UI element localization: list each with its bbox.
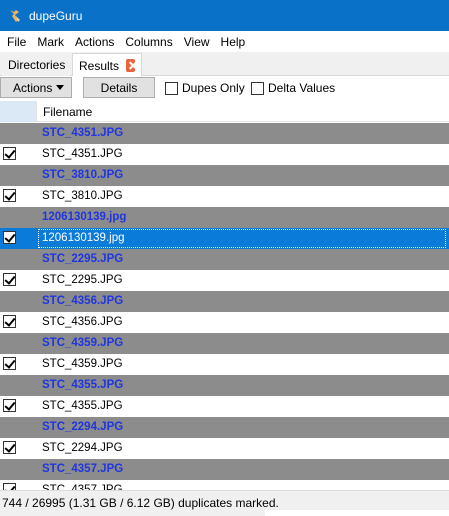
dupes-only-option[interactable]: Dupes Only bbox=[165, 81, 245, 95]
reference-row[interactable]: STC_2294.JPG bbox=[0, 417, 449, 438]
duplicate-row[interactable]: STC_4359.JPG bbox=[0, 354, 449, 375]
tab-results[interactable]: Results bbox=[72, 53, 142, 77]
filename-cell: STC_4359.JPG bbox=[42, 358, 123, 370]
filename-cell: STC_4355.JPG bbox=[42, 400, 123, 412]
row-mark-checkbox[interactable] bbox=[3, 357, 16, 370]
dupes-only-checkbox[interactable] bbox=[165, 81, 178, 95]
filename-cell: STC_4356.JPG bbox=[42, 295, 124, 307]
header-corner[interactable] bbox=[0, 101, 37, 122]
details-button[interactable]: Details bbox=[83, 77, 155, 98]
row-mark-checkbox[interactable] bbox=[3, 399, 16, 412]
filename-cell: STC_4357.JPG bbox=[42, 463, 124, 475]
chevron-down-icon bbox=[56, 85, 64, 90]
row-mark-checkbox[interactable] bbox=[3, 189, 16, 202]
filename-cell: STC_4359.JPG bbox=[42, 337, 124, 349]
results-toolbar: Actions Details Dupes Only Delta Values bbox=[0, 76, 449, 100]
menu-view[interactable]: View bbox=[179, 35, 215, 49]
filename-cell: STC_4355.JPG bbox=[42, 379, 124, 391]
tab-directories-label: Directories bbox=[8, 58, 66, 72]
duplicate-row[interactable]: STC_4351.JPG bbox=[0, 144, 449, 165]
tab-bar: Directories Results bbox=[0, 52, 449, 77]
menu-mark[interactable]: Mark bbox=[32, 35, 69, 49]
menu-file[interactable]: File bbox=[2, 35, 31, 49]
row-mark-checkbox[interactable] bbox=[3, 231, 16, 244]
duplicate-row[interactable]: STC_2294.JPG bbox=[0, 438, 449, 459]
row-mark-checkbox[interactable] bbox=[3, 273, 16, 286]
row-mark-checkbox[interactable] bbox=[3, 441, 16, 454]
row-mark-checkbox[interactable] bbox=[3, 483, 16, 490]
reference-row[interactable]: STC_4357.JPG bbox=[0, 459, 449, 480]
table-header: Filename bbox=[0, 101, 449, 122]
filename-cell: STC_4351.JPG bbox=[42, 127, 124, 139]
duplicate-row[interactable]: STC_4355.JPG bbox=[0, 396, 449, 417]
reference-row[interactable]: STC_4356.JPG bbox=[0, 291, 449, 312]
delta-values-label: Delta Values bbox=[268, 81, 336, 95]
duplicate-row[interactable]: STC_3810.JPG bbox=[0, 186, 449, 207]
menu-bar: File Mark Actions Columns View Help bbox=[0, 31, 449, 52]
row-mark-checkbox[interactable] bbox=[3, 315, 16, 328]
delta-values-option[interactable]: Delta Values bbox=[251, 81, 335, 95]
filename-cell: STC_2294.JPG bbox=[42, 442, 123, 454]
background-window-strip bbox=[265, 510, 449, 516]
reference-row[interactable]: STC_2295.JPG bbox=[0, 249, 449, 270]
status-bar: 744 / 26995 (1.31 GB / 6.12 GB) duplicat… bbox=[0, 490, 449, 516]
reference-row[interactable]: STC_4359.JPG bbox=[0, 333, 449, 354]
results-table: Filename STC_4351.JPG STC_4351.JPG STC_381… bbox=[0, 101, 449, 490]
filename-cell: STC_3810.JPG bbox=[42, 190, 123, 202]
reference-row[interactable]: STC_3810.JPG bbox=[0, 165, 449, 186]
status-text: 744 / 26995 (1.31 GB / 6.12 GB) duplicat… bbox=[2, 496, 279, 510]
title-bar: dupeGuru bbox=[0, 0, 449, 31]
filename-cell: 1206130139.jpg bbox=[42, 211, 127, 223]
delta-values-checkbox[interactable] bbox=[251, 81, 264, 95]
window-title: dupeGuru bbox=[29, 8, 83, 23]
dupes-only-label: Dupes Only bbox=[182, 81, 245, 95]
menu-help[interactable]: Help bbox=[216, 35, 251, 49]
filename-cell: STC_2294.JPG bbox=[42, 421, 124, 433]
details-button-label: Details bbox=[100, 80, 138, 95]
duplicate-row[interactable]: 1206130139.jpg bbox=[0, 228, 449, 249]
duplicate-row[interactable]: STC_2295.JPG bbox=[0, 270, 449, 291]
reference-row[interactable]: STC_4351.JPG bbox=[0, 123, 449, 144]
menu-columns[interactable]: Columns bbox=[120, 35, 177, 49]
dupeguru-app-icon bbox=[10, 9, 20, 22]
filename-cell: STC_4351.JPG bbox=[42, 148, 123, 160]
duplicate-row[interactable]: STC_4357.JPG bbox=[0, 480, 449, 490]
close-tab-icon[interactable] bbox=[126, 59, 135, 72]
tab-directories[interactable]: Directories bbox=[2, 54, 70, 76]
column-header-filename[interactable]: Filename bbox=[43, 105, 92, 119]
reference-row[interactable]: STC_4355.JPG bbox=[0, 375, 449, 396]
table-body: STC_4351.JPG STC_4351.JPG STC_3810.JPG STC_… bbox=[0, 123, 449, 490]
filename-cell: 1206130139.jpg bbox=[42, 232, 125, 244]
tab-results-label: Results bbox=[79, 58, 120, 73]
actions-dropdown-button[interactable]: Actions bbox=[0, 77, 72, 98]
reference-row[interactable]: 1206130139.jpg bbox=[0, 207, 449, 228]
filename-cell: STC_2295.JPG bbox=[42, 253, 124, 265]
menu-actions[interactable]: Actions bbox=[70, 35, 119, 49]
actions-button-label: Actions bbox=[13, 80, 53, 95]
duplicate-row[interactable]: STC_4356.JPG bbox=[0, 312, 449, 333]
filename-cell: STC_4356.JPG bbox=[42, 316, 123, 328]
filename-cell: STC_2295.JPG bbox=[42, 274, 123, 286]
row-mark-checkbox[interactable] bbox=[3, 147, 16, 160]
filename-cell: STC_3810.JPG bbox=[42, 169, 124, 181]
